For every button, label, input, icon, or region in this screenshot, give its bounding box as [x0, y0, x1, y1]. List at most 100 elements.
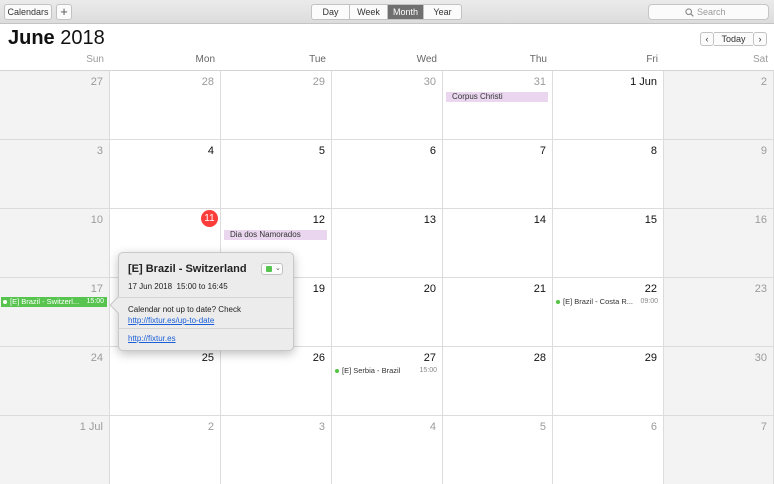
- day-number: 1 Jul: [79, 421, 103, 433]
- view-month-button[interactable]: Month: [388, 5, 424, 19]
- day-cell[interactable]: 23: [664, 278, 774, 347]
- day-number: 31: [533, 76, 546, 88]
- day-cell[interactable]: 10: [0, 209, 110, 278]
- popover-date: 17 Jun 2018: [128, 282, 173, 291]
- day-cell[interactable]: 5: [221, 140, 332, 209]
- day-cell[interactable]: 30: [332, 71, 443, 140]
- day-cell[interactable]: 24: [0, 347, 110, 416]
- day-cell[interactable]: 6: [332, 140, 443, 209]
- month-grid: 27 28 29 30 31 Corpus Christi 1 Jun 2 3 4 5 6 7 8 9 10 1…: [0, 70, 774, 484]
- day-number: 22: [644, 283, 657, 295]
- view-year-button[interactable]: Year: [424, 5, 461, 19]
- day-cell[interactable]: 29: [221, 71, 332, 140]
- view-day-button[interactable]: Day: [312, 5, 350, 19]
- day-cell[interactable]: 31 Corpus Christi: [443, 71, 553, 140]
- popover-time-range: 15:00 to 16:45: [176, 282, 228, 291]
- event-url-link[interactable]: http://fixtur.es: [128, 334, 176, 343]
- day-number: 25: [201, 352, 214, 364]
- day-cell[interactable]: 15: [553, 209, 664, 278]
- day-number: 5: [318, 145, 325, 157]
- up-to-date-link[interactable]: http://fixtur.es/up-to-date: [128, 316, 214, 325]
- day-cell[interactable]: 4: [332, 416, 443, 484]
- notes-text: Calendar not up to date? Check: [128, 305, 241, 314]
- event-time: 15:00: [419, 367, 437, 374]
- day-number: 2: [760, 76, 767, 88]
- holiday-event[interactable]: Dia dos Namorados: [224, 230, 327, 240]
- day-cell[interactable]: 20: [332, 278, 443, 347]
- chevron-down-icon: ⌄: [275, 265, 281, 272]
- month-year-title: June 2018: [8, 27, 105, 50]
- day-cell[interactable]: 17 [E] Brazil - Switzerl... 15:00: [0, 278, 110, 347]
- day-cell[interactable]: 28: [443, 347, 553, 416]
- day-cell[interactable]: 1 Jul: [0, 416, 110, 484]
- event-time: 15:00: [86, 298, 104, 305]
- day-cell[interactable]: 5: [443, 416, 553, 484]
- calendar-event[interactable]: [E] Brazil - Switzerl... 15:00: [1, 297, 107, 307]
- day-number: 13: [423, 214, 436, 226]
- day-cell[interactable]: 7: [664, 416, 774, 484]
- event-title: [E] Brazil - Costa R...: [563, 297, 634, 306]
- search-input[interactable]: Search: [648, 4, 769, 20]
- popover-notes: Calendar not up to date? Check http://fi…: [128, 304, 288, 326]
- day-cell[interactable]: 2: [664, 71, 774, 140]
- popover-event-title[interactable]: [E] Brazil - Switzerland: [128, 263, 247, 275]
- day-number: 20: [423, 283, 436, 295]
- day-cell[interactable]: 29: [553, 347, 664, 416]
- event-dot-icon: [3, 300, 7, 304]
- popover-date-time[interactable]: 17 Jun 2018 15:00 to 16:45: [128, 282, 228, 291]
- day-cell[interactable]: 1 Jun: [553, 71, 664, 140]
- day-number: 16: [754, 214, 767, 226]
- day-cell[interactable]: 28: [110, 71, 221, 140]
- day-cell[interactable]: 8: [553, 140, 664, 209]
- day-number: 1 Jun: [630, 76, 657, 88]
- day-cell[interactable]: 3: [221, 416, 332, 484]
- weekday-wed: Wed: [416, 54, 437, 65]
- event-dot-icon: [335, 369, 339, 373]
- day-number: 3: [318, 421, 325, 433]
- day-number: 23: [754, 283, 767, 295]
- event-title: [E] Brazil - Switzerl...: [10, 297, 80, 306]
- event-time: 09:00: [640, 298, 658, 305]
- calendar-color-picker[interactable]: ⌄: [261, 263, 283, 275]
- day-cell[interactable]: 3: [0, 140, 110, 209]
- day-cell[interactable]: 21: [443, 278, 553, 347]
- day-number: 24: [90, 352, 103, 364]
- calendar-event[interactable]: [E] Serbia - Brazil 15:00: [333, 366, 440, 376]
- day-number: 6: [429, 145, 436, 157]
- day-number: 4: [429, 421, 436, 433]
- holiday-event[interactable]: Corpus Christi: [446, 92, 548, 102]
- day-number: 12: [312, 214, 325, 226]
- day-cell[interactable]: 13: [332, 209, 443, 278]
- month-name: June: [8, 27, 55, 49]
- day-cell[interactable]: 14: [443, 209, 553, 278]
- previous-month-button[interactable]: ‹: [700, 32, 714, 46]
- weekday-thu: Thu: [529, 54, 547, 65]
- day-cell[interactable]: 22 [E] Brazil - Costa R... 09:00: [553, 278, 664, 347]
- day-cell[interactable]: 16: [664, 209, 774, 278]
- today-button[interactable]: Today: [714, 32, 753, 46]
- day-cell[interactable]: 9: [664, 140, 774, 209]
- event-popover: [E] Brazil - Switzerland ⌄ 17 Jun 2018 1…: [109, 252, 294, 351]
- day-cell[interactable]: 4: [110, 140, 221, 209]
- day-number: 14: [533, 214, 546, 226]
- divider: [119, 297, 293, 298]
- day-cell[interactable]: 26: [221, 347, 332, 416]
- day-cell[interactable]: 30: [664, 347, 774, 416]
- day-cell[interactable]: 27: [0, 71, 110, 140]
- day-cell[interactable]: 7: [443, 140, 553, 209]
- day-cell[interactable]: 27 [E] Serbia - Brazil 15:00: [332, 347, 443, 416]
- day-cell[interactable]: 25: [110, 347, 221, 416]
- calendar-event[interactable]: [E] Brazil - Costa R... 09:00: [554, 297, 661, 307]
- day-number: 28: [533, 352, 546, 364]
- day-cell[interactable]: 6: [553, 416, 664, 484]
- year-label: 2018: [60, 27, 105, 49]
- view-week-button[interactable]: Week: [350, 5, 388, 19]
- day-number: 19: [312, 283, 325, 295]
- day-number: 30: [754, 352, 767, 364]
- day-number: 27: [423, 352, 436, 364]
- add-event-button[interactable]: +: [56, 4, 72, 20]
- day-cell[interactable]: 2: [110, 416, 221, 484]
- calendars-button[interactable]: Calendars: [4, 4, 52, 20]
- next-month-button[interactable]: ›: [753, 32, 767, 46]
- day-number: 26: [312, 352, 325, 364]
